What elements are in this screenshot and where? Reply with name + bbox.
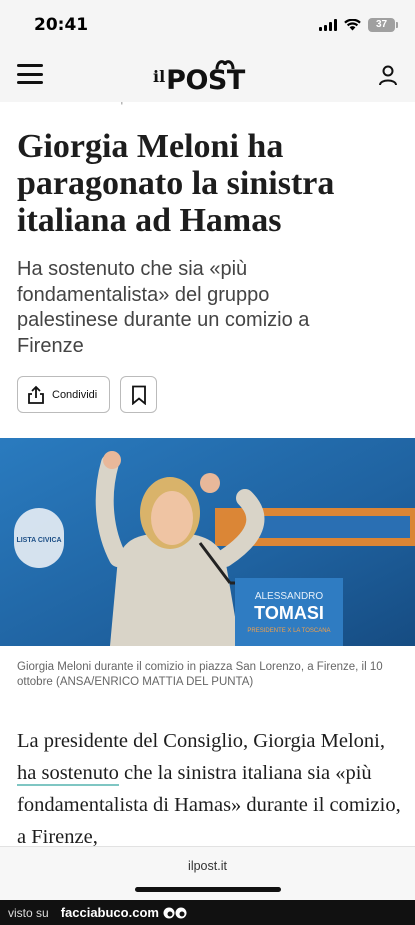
watermark-bar: visto su facciabuco.com [0,900,415,925]
photo-sign-tagline: PRESIDENTE X LA TOSCANA [247,628,330,634]
photo-caption: Giorgia Meloni durante il comizio in pia… [17,661,383,688]
article-body-paragraph: La presidente del Consiglio, Giorgia Mel… [17,725,402,853]
user-account-icon[interactable] [377,64,399,86]
cellular-signal-icon [319,19,337,31]
body-link[interactable]: ha sostenuto [17,762,119,786]
article-photo[interactable]: LISTA CIVICA ALESSANDRO TOMASI PRESIDENT… [0,438,415,646]
status-bar: 20:41 37 [0,0,415,50]
il-post-logo[interactable]: il POST [153,56,245,96]
body-text-start: La presidente del Consiglio, Giorgia Mel… [17,730,385,752]
photo-illustration: LISTA CIVICA ALESSANDRO TOMASI PRESIDENT… [0,438,415,646]
site-header: il POST [0,50,415,102]
watermark-eyes-icon [163,907,187,918]
bookmark-icon [131,385,146,405]
status-icons: 37 [319,18,398,32]
wifi-icon [344,19,361,31]
photo-sign-surname: TOMASI [254,603,324,623]
share-button[interactable]: Condividi [17,376,110,413]
share-icon [28,385,44,404]
battery-icon: 37 [368,18,398,32]
browser-url-bar[interactable]: ilpost.it [0,846,415,900]
home-indicator[interactable] [135,887,281,892]
watermark-site: facciabuco.com [60,905,159,920]
bookmark-button[interactable] [120,376,157,413]
logo-prefix: il [153,67,166,86]
logo-knot-icon [215,60,235,70]
article-subtitle: Ha sostenuto che sia «più fondamentalist… [17,258,310,357]
watermark-prefix: visto su [8,905,49,920]
photo-left-sign: LISTA CIVICA [16,537,61,544]
article-title: Giorgia Meloni ha paragonato la sinistra… [17,128,335,239]
logo-main: POST [166,60,245,96]
url-text[interactable]: ilpost.it [0,859,415,873]
photo-sign-name: ALESSANDRO [255,591,324,602]
status-time: 20:41 [34,15,89,35]
hamburger-menu-icon[interactable] [17,64,43,84]
share-label: Condividi [52,388,98,401]
